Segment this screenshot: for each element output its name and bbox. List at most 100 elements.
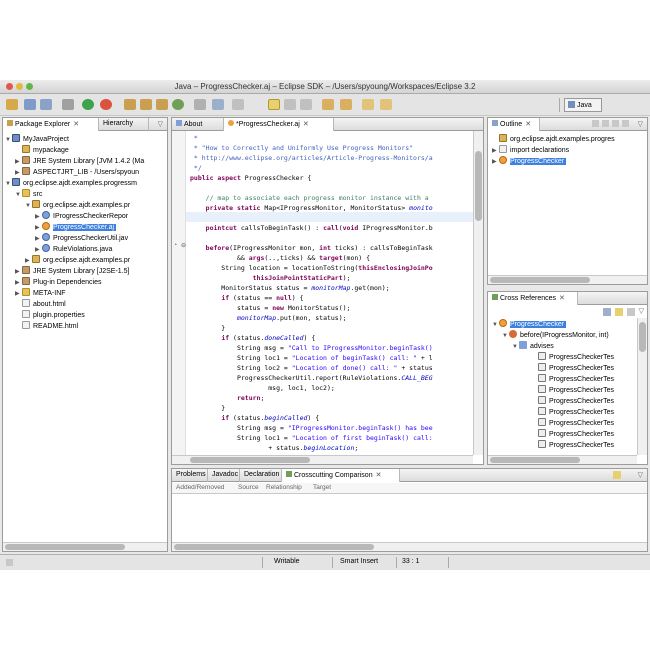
code-line[interactable]: public aspect ProgressChecker { — [190, 173, 311, 183]
tree-item[interactable]: ProgressCheckerTes — [538, 352, 614, 362]
code-line[interactable]: } — [190, 323, 225, 333]
hide-fields-icon[interactable] — [602, 120, 609, 127]
code-line[interactable]: thisJoinPointStaticPart); — [190, 273, 351, 283]
code-line[interactable]: */ — [190, 163, 202, 173]
close-icon[interactable]: ✕ — [73, 121, 79, 128]
tab-about[interactable]: About — [172, 118, 224, 131]
tree-item[interactable]: plugin.properties — [15, 310, 85, 320]
tree-item[interactable]: ▶ org.eclipse.ajdt.examples.pr — [25, 255, 130, 265]
tree-item[interactable]: README.html — [15, 321, 78, 331]
tree-item[interactable]: ▼ MyJavaProject — [5, 134, 69, 144]
close-icon[interactable]: ✕ — [303, 121, 309, 128]
tab-progresschecker[interactable]: *ProgressChecker.aj ✕ — [224, 118, 334, 131]
code-line[interactable]: String loc2 = "Location of done() call: … — [190, 363, 433, 373]
code-line[interactable]: if (status.doneCalled) { — [190, 333, 315, 343]
tree-item[interactable]: ProgressCheckerTes — [538, 363, 614, 373]
view-menu-icon[interactable]: ▽ — [638, 120, 643, 128]
tab-declaration[interactable]: Declaration — [240, 469, 282, 482]
sort-icon[interactable] — [592, 120, 599, 127]
code-line[interactable]: * "How to Correctly and Uniformly Use Pr… — [190, 143, 413, 153]
cross-references-horizontal-scrollbar[interactable] — [488, 455, 637, 464]
code-line[interactable]: MonitorStatus status = monitorMap.get(mo… — [190, 283, 389, 293]
column-header[interactable]: Source — [238, 484, 259, 491]
tab-outline[interactable]: Outline ✕ — [488, 118, 540, 131]
column-header[interactable]: Target — [313, 484, 331, 491]
editor-vertical-scrollbar[interactable] — [473, 131, 483, 455]
horizontal-scrollbar[interactable] — [3, 542, 167, 551]
editor-horizontal-scrollbar[interactable] — [172, 455, 473, 464]
code-line[interactable]: private static Map<IProgressMonitor, Mon… — [190, 203, 433, 213]
code-line[interactable]: } — [190, 403, 225, 413]
print-icon[interactable] — [40, 99, 52, 110]
tree-item-selected[interactable]: ▼ ProgressChecker — [492, 319, 567, 329]
collapse-all-icon[interactable] — [603, 308, 611, 316]
tree-item[interactable]: ▶ Plug-in Dependencies — [15, 277, 102, 287]
close-icon[interactable]: ✕ — [559, 295, 565, 302]
tree-item[interactable]: ProgressCheckerTes — [538, 429, 614, 439]
tab-crosscutting-comparison[interactable]: Crosscutting Comparison ✕ — [282, 469, 400, 482]
tree-item[interactable]: ProgressCheckerTes — [538, 374, 614, 384]
next-annotation-icon[interactable] — [322, 99, 334, 110]
code-line[interactable]: String loc1 = "Location of beginTask() c… — [190, 353, 433, 363]
code-line[interactable]: String msg = "Call to IProgressMonitor.b… — [190, 343, 433, 353]
tab-problems[interactable]: Problems — [172, 469, 208, 482]
tab-javadoc[interactable]: Javadoc — [208, 469, 240, 482]
tree-item[interactable]: ▶ ProgressCheckerUtil.jav — [35, 233, 128, 243]
code-line[interactable]: msg, loc1, loc2); — [190, 383, 335, 393]
tree-item-selected[interactable]: ▶ ProgressChecker.aj — [35, 222, 117, 232]
code-line[interactable]: ProgressCheckerUtil.report(RuleViolation… — [190, 373, 433, 383]
view-menu-icon[interactable]: ▽ — [158, 120, 163, 128]
code-line[interactable]: return; — [190, 393, 264, 403]
outline-horizontal-scrollbar[interactable] — [488, 275, 647, 284]
tree-item[interactable]: ProgressCheckerTes — [538, 418, 614, 428]
open-type-icon[interactable] — [194, 99, 206, 110]
run-icon[interactable] — [100, 99, 112, 110]
code-line[interactable]: monitorMap.put(mon, status); — [190, 313, 347, 323]
tree-item[interactable]: ▶ import declarations — [492, 145, 569, 155]
tree-item[interactable]: ▶ ASPECTJRT_LIB - /Users/spyoun — [15, 167, 139, 177]
tree-item[interactable]: ▼ org.eclipse.ajdt.examples.pr — [25, 200, 130, 210]
save-icon[interactable] — [24, 99, 36, 110]
new-icon[interactable] — [6, 99, 18, 110]
tree-item[interactable]: ▶ JRE System Library [JVM 1.4.2 (Ma — [15, 156, 144, 166]
annotation-icon[interactable] — [300, 99, 312, 110]
show-whitespace-icon[interactable] — [284, 99, 296, 110]
search-icon[interactable] — [212, 99, 224, 110]
tree-item-selected[interactable]: ▶ ProgressChecker — [492, 156, 567, 166]
code-line[interactable]: String loc1 = "Location of first beginTa… — [190, 433, 433, 443]
toggle-mark-icon[interactable] — [232, 99, 244, 110]
column-header[interactable]: Added/Removed — [176, 484, 224, 491]
view-menu-icon[interactable]: ▽ — [639, 307, 644, 315]
back-icon[interactable] — [362, 99, 374, 110]
tree-item[interactable]: org.eclipse.ajdt.examples.progres — [492, 134, 615, 144]
code-line[interactable]: if (status.beginCalled) { — [190, 413, 319, 423]
link-with-editor-icon[interactable] — [615, 308, 623, 316]
highlight-icon[interactable] — [268, 99, 280, 110]
new-package-icon[interactable] — [140, 99, 152, 110]
forward-icon[interactable] — [380, 99, 392, 110]
tree-item[interactable]: ProgressCheckerTes — [538, 407, 614, 417]
code-line[interactable]: * http://www.eclipse.org/articles/Articl… — [190, 153, 433, 163]
tree-item[interactable]: ▶ RuleViolations.java — [35, 244, 112, 254]
tree-item[interactable]: ▶ META-INF — [15, 288, 66, 298]
code-line[interactable]: // map to associate each progress monito… — [190, 193, 429, 203]
tree-item[interactable]: ProgressCheckerTes — [538, 396, 614, 406]
cross-references-vertical-scrollbar[interactable] — [637, 318, 647, 455]
close-icon[interactable]: ✕ — [376, 472, 382, 479]
tree-item[interactable]: ▶ IProgressCheckerRepor — [35, 211, 128, 221]
tab-cross-references[interactable]: Cross References ✕ — [488, 292, 578, 305]
new-class-icon[interactable] — [156, 99, 168, 110]
code-line[interactable]: pointcut callsToBeginTask() : call(void … — [190, 223, 433, 233]
tree-item[interactable]: ▼ advises — [512, 341, 554, 351]
tree-item[interactable]: ▶ JRE System Library [J2SE-1.5] — [15, 266, 129, 276]
code-line[interactable]: if (status == null) { — [190, 293, 303, 303]
refresh-icon[interactable] — [627, 308, 635, 316]
new-project-icon[interactable] — [124, 99, 136, 110]
tree-item[interactable]: ▼ before(IProgressMonitor, int) — [502, 330, 609, 340]
tree-item[interactable]: ProgressCheckerTes — [538, 440, 614, 450]
code-line[interactable]: String location = locationToString(thisE… — [190, 263, 432, 273]
code-line[interactable]: * — [190, 133, 198, 143]
fold-toggle-icon[interactable]: ⊖ — [181, 242, 186, 249]
tree-item[interactable]: ▼ org.eclipse.ajdt.examples.progressm — [5, 178, 137, 188]
tree-item[interactable]: ▼ src — [15, 189, 42, 199]
